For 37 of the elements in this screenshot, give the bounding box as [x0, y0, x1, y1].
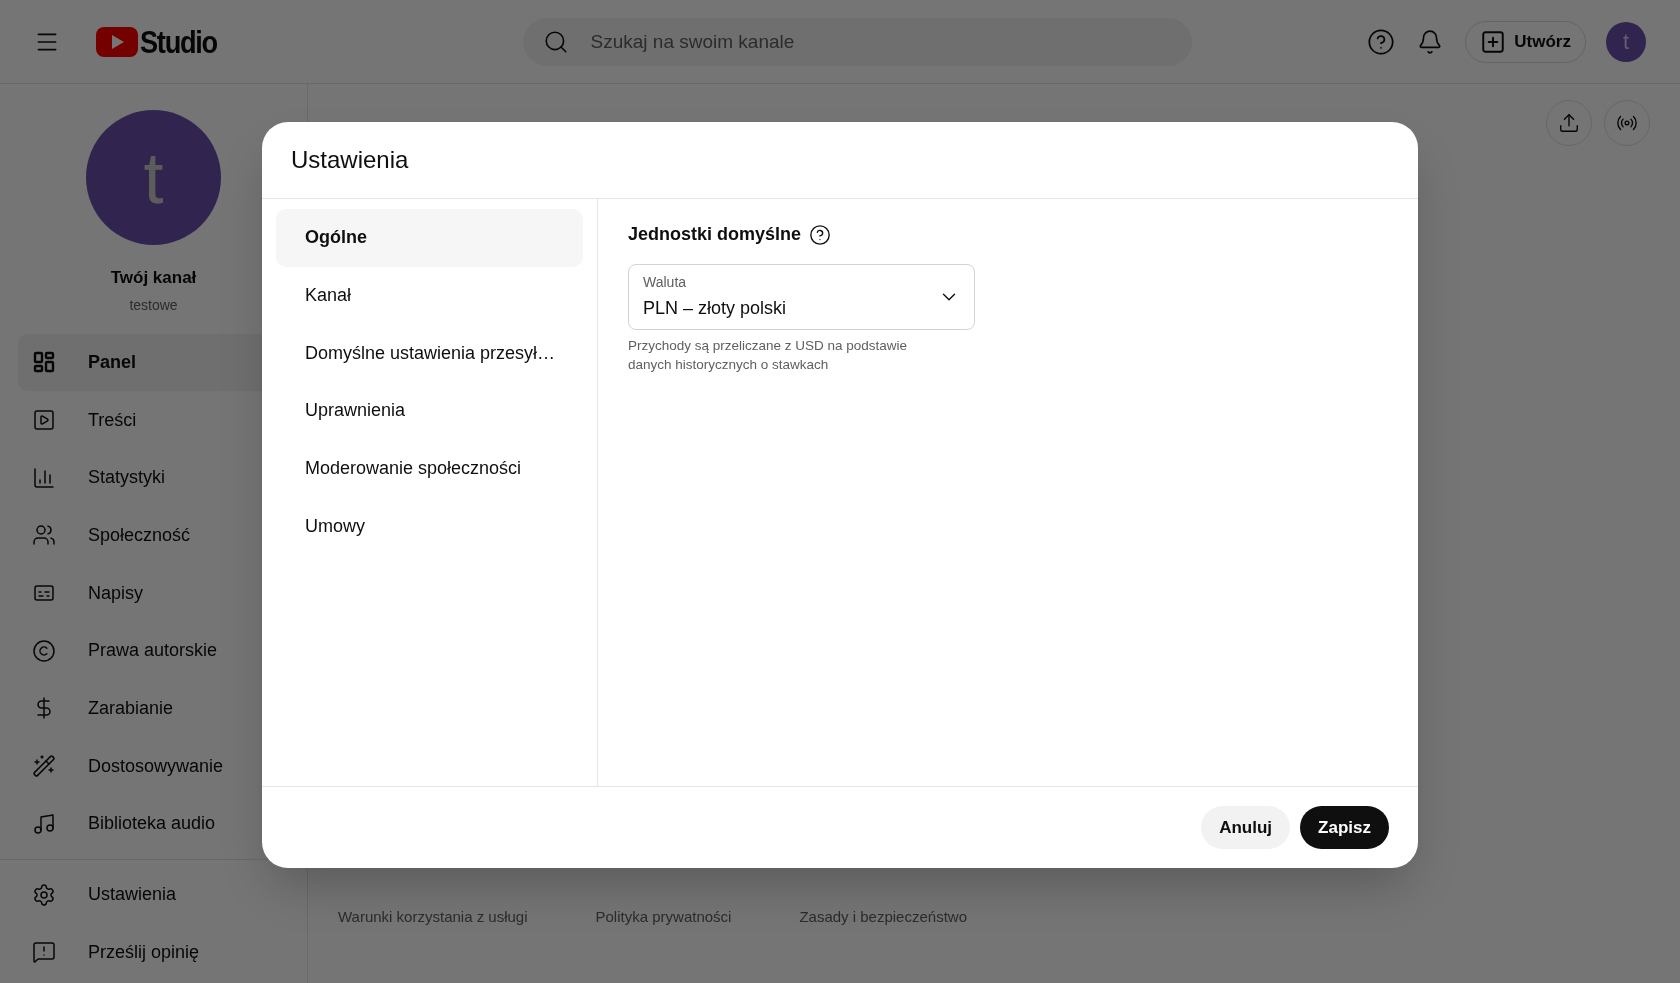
select-value: PLN – złoty polski — [643, 297, 788, 320]
people-icon — [32, 523, 56, 548]
helper-text: Przychody są przeliczane z USD na podstawie danych historycznych o stawkach — [628, 337, 909, 374]
sidebar-item[interactable]: Ustawienia — [18, 865, 289, 924]
play-square-icon — [32, 408, 56, 433]
sidebar-item[interactable]: Zarabianie — [18, 679, 289, 738]
search-field[interactable]: Szukaj na swoim kanale — [522, 17, 1192, 66]
sidebar-item[interactable]: Prawa autorskie — [18, 621, 289, 680]
dialog-nav-item[interactable]: Kanał — [276, 266, 583, 325]
sidebar-item[interactable]: Dostosowywanie — [18, 737, 289, 795]
channel-name: Twój kanał — [110, 267, 197, 289]
help-icon — [809, 223, 832, 246]
music-note-icon — [32, 811, 56, 836]
sidebar-item[interactable]: Prześlij opinię — [18, 923, 289, 982]
bar-chart-icon — [32, 465, 56, 490]
currency-select[interactable]: Waluta PLN – złoty polski — [628, 264, 975, 330]
dashboard-icon — [32, 350, 56, 375]
save-button[interactable]: Zapisz — [1300, 806, 1389, 849]
footer-link[interactable]: Warunki korzystania z usługi — [338, 905, 528, 928]
cancel-button[interactable]: Anuluj — [1201, 806, 1291, 849]
footer-link[interactable]: Zasady i bezpieczeństwo — [799, 905, 967, 928]
magic-wand-icon — [32, 754, 56, 779]
upload-icon — [1558, 112, 1580, 134]
logo-text: Studio — [140, 22, 217, 62]
play-logo-icon — [96, 26, 138, 57]
feedback-icon — [32, 940, 56, 965]
channel-handle: testowe — [129, 295, 178, 315]
sidebar-item[interactable]: Napisy — [18, 564, 289, 622]
footer-link[interactable]: Polityka prywatności — [595, 905, 732, 928]
settings-icon — [32, 882, 56, 907]
section-title: Jednostki domyślne — [628, 223, 802, 246]
help-icon[interactable] — [1367, 27, 1396, 56]
select-label: Waluta — [643, 273, 688, 292]
dialog-nav-item[interactable]: Ogólne — [276, 209, 583, 267]
dialog-title: Ustawienia — [291, 145, 409, 175]
copyright-icon — [32, 638, 56, 663]
sidebar-item[interactable]: Biblioteka audio — [18, 795, 289, 853]
